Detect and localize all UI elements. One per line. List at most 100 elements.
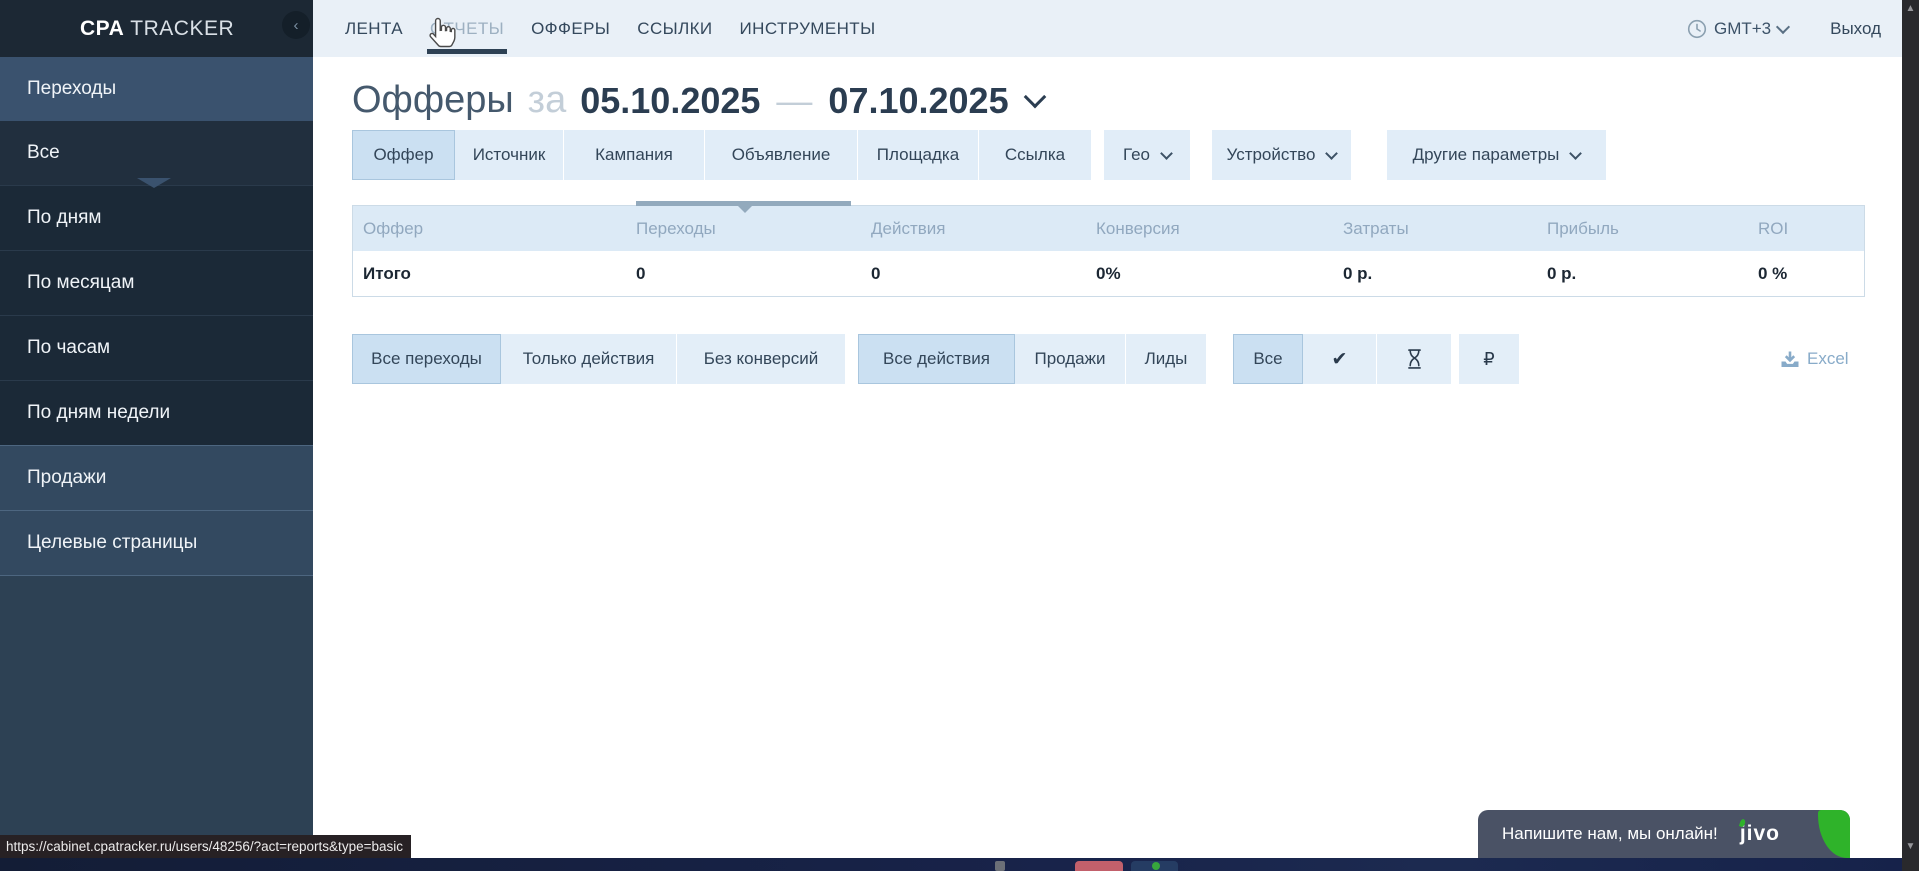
total-costs: 0 р. [1343,264,1547,284]
total-profit: 0 р. [1547,264,1758,284]
logo-text-bold: CPA [80,17,124,41]
total-actions: 0 [871,264,1096,284]
sidebar-item-po-chasam[interactable]: По часам [0,315,313,380]
excel-export-link[interactable]: Excel [1781,334,1849,384]
sidebar-item-celevye-stranicy[interactable]: Целевые страницы [0,510,313,576]
scroll-up-icon[interactable]: ▲ [1902,3,1919,14]
sidebar-item-label: Целевые страницы [27,532,197,554]
logo-text-light: TRACKER [130,17,234,41]
date-to[interactable]: 07.10.2025 [828,80,1008,122]
tab-ssylka[interactable]: Ссылка [979,130,1091,180]
filter-prodazhi[interactable]: Продажи [1015,334,1126,384]
top-navigation: ЛЕНТА ОТЧЕТЫ ОФФЕРЫ ССЫЛКИ ИНСТРУМЕНТЫ [313,0,1902,57]
total-label: Итого [363,264,636,284]
total-roi: 0 % [1758,264,1864,284]
column-header-perehody[interactable]: Переходы [636,219,871,239]
filter-label: Только действия [523,349,655,369]
dropdown-label: Устройство [1227,145,1316,165]
date-from[interactable]: 05.10.2025 [580,80,760,122]
column-header-konversiya[interactable]: Конверсия [1096,219,1343,239]
nav-item-otchety[interactable]: ОТЧЕТЫ [430,0,504,57]
nav-item-label: ОТЧЕТЫ [430,19,504,39]
filter-label: Продажи [1035,349,1106,369]
tab-ploshchadka[interactable]: Площадка [858,130,979,180]
filter-label: Все переходы [371,349,482,369]
sort-direction-icon [738,206,752,213]
actions-filter-group: Все действия Продажи Лиды [858,334,1206,384]
column-header-zatraty[interactable]: Затраты [1343,219,1547,239]
filter-currency-ruble[interactable]: ₽ [1459,334,1519,384]
filter-buttons-row: Все переходы Только действия Без конверс… [352,334,1519,384]
timezone-label: GMT+3 [1714,19,1771,39]
tab-istochnik[interactable]: Источник [455,130,564,180]
timezone-selector[interactable]: GMT+3 [1687,19,1788,39]
date-range-chevron-icon[interactable] [1023,85,1046,108]
logout-label: Выход [1830,19,1881,38]
checkmark-icon: ✔ [1332,348,1348,371]
dropdown-label: Другие параметры [1413,145,1560,165]
taskbar-icon-gray [995,861,1005,871]
nav-item-ssylki[interactable]: ССЫЛКИ [637,0,712,57]
filter-label: Все действия [883,349,990,369]
filter-tolko-deystviya[interactable]: Только действия [501,334,677,384]
chat-widget[interactable]: Напишите нам, мы онлайн! jivo [1478,810,1850,858]
table-header-row: Оффер Переходы Действия Конверсия Затрат… [353,206,1864,251]
sidebar-item-label: По месяцам [27,272,134,294]
column-header-roi[interactable]: ROI [1758,219,1864,239]
sidebar-item-label: По часам [27,337,110,359]
dropdown-geo[interactable]: Гео [1104,130,1190,180]
filter-label: Без конверсий [704,349,818,369]
sidebar-item-vse[interactable]: Все [0,121,313,185]
sidebar-collapse-button[interactable]: ‹ [282,11,310,39]
excel-label: Excel [1807,349,1849,369]
sidebar-item-label: Переходы [27,78,116,100]
dropdown-ustroystvo[interactable]: Устройство [1212,130,1351,180]
chevron-down-icon [1160,147,1173,160]
date-dash: — [776,80,812,122]
nav-item-label: ИНСТРУМЕНТЫ [740,19,876,39]
tab-offer[interactable]: Оффер [352,130,455,180]
active-tab-underline [427,49,507,54]
column-header-deystviya[interactable]: Действия [871,219,1096,239]
filter-status-vse[interactable]: Все [1233,334,1303,384]
sidebar-item-label: По дням недели [27,402,170,424]
filter-bez-konversiy[interactable]: Без конверсий [677,334,845,384]
sidebar-item-prodazhi[interactable]: Продажи [0,445,313,510]
sidebar-item-label: Продажи [27,467,106,489]
filter-lidy[interactable]: Лиды [1126,334,1206,384]
tab-label: Ссылка [1005,145,1065,165]
scroll-down-icon[interactable]: ▼ [1902,841,1919,852]
ruble-icon: ₽ [1483,349,1494,370]
nav-item-instrumenty[interactable]: ИНСТРУМЕНТЫ [740,0,876,57]
dropdown-drugie-parametry[interactable]: Другие параметры [1387,130,1606,180]
app-root: CPA TRACKER ‹ Переходы Все По дням По ме… [0,0,1919,871]
filter-vse-deystviya[interactable]: Все действия [858,334,1015,384]
filter-status-pending[interactable] [1377,334,1451,384]
sidebar-item-po-dnyam[interactable]: По дням [0,185,313,250]
dropdown-label: Гео [1123,145,1150,165]
browser-status-bar: https://cabinet.cpatracker.ru/users/4825… [0,835,411,858]
tab-obyavlenie[interactable]: Объявление [705,130,858,180]
sidebar-item-po-dnyam-nedeli[interactable]: По дням недели [0,380,313,445]
filter-status-confirmed[interactable]: ✔ [1303,334,1377,384]
table-row-total: Итого 0 0 0% 0 р. 0 р. 0 % [353,251,1864,296]
nav-item-offery[interactable]: ОФФЕРЫ [531,0,610,57]
nav-item-label: ССЫЛКИ [637,19,712,39]
jivo-logo-text: jivo [1740,822,1780,845]
sidebar: CPA TRACKER ‹ Переходы Все По дням По ме… [0,0,313,871]
nav-item-lenta[interactable]: ЛЕНТА [345,0,403,57]
jivo-leaf-icon [1818,810,1850,858]
nav-item-label: ОФФЕРЫ [531,19,610,39]
scrollbar[interactable]: ▲ ▼ [1902,0,1919,871]
logout-link[interactable]: Выход [1830,19,1881,39]
taskbar-icon-red [1075,861,1123,871]
tab-label: Оффер [373,145,433,165]
filter-vse-perehody[interactable]: Все переходы [352,334,501,384]
tab-kampaniya[interactable]: Кампания [564,130,705,180]
report-table: Оффер Переходы Действия Конверсия Затрат… [352,205,1865,297]
main-content: Офферы за 05.10.2025 — 07.10.2025 Оффер … [313,57,1902,858]
sidebar-item-po-mesyacam[interactable]: По месяцам [0,250,313,315]
column-header-pribyl[interactable]: Прибыль [1547,219,1758,239]
column-header-offer[interactable]: Оффер [363,219,636,239]
sidebar-item-perehody[interactable]: Переходы [0,57,313,121]
